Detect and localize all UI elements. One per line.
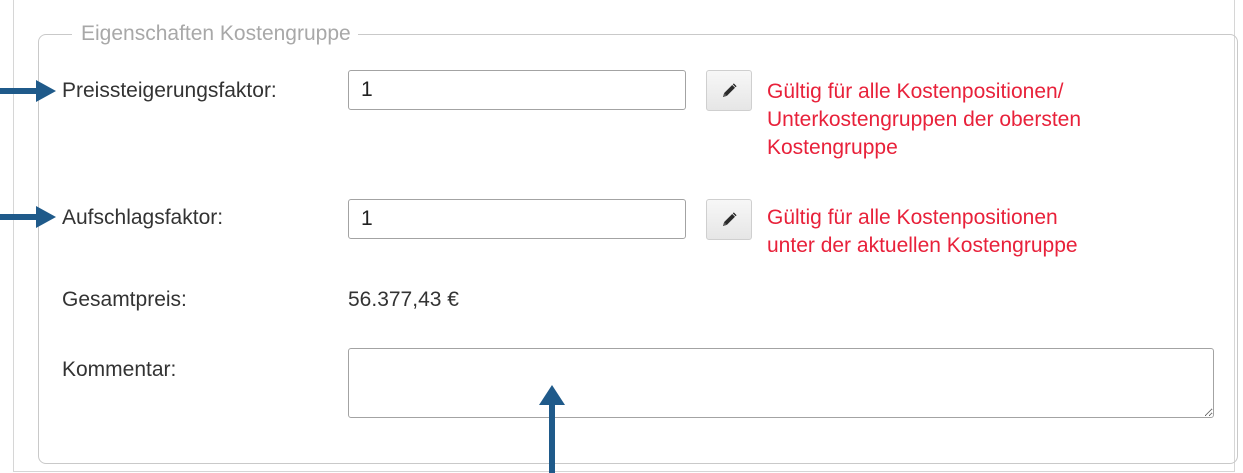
arrow-icon [0,80,56,102]
fieldset-legend: Eigenschaften Kostengruppe [72,20,358,48]
preissteigerung-edit-button[interactable] [706,70,752,111]
hint-line: Gültig für alle Kostenpositionen/ [767,80,1064,103]
preissteigerung-label: Preissteigerungsfaktor: [62,79,277,102]
aufschlag-input[interactable] [348,199,686,239]
kommentar-label: Kommentar: [62,358,177,381]
hint-line: unter der aktuellen Kostengruppe [767,234,1078,257]
gesamtpreis-label: Gesamtpreis: [62,288,187,311]
kommentar-textarea[interactable] [348,348,1214,418]
aufschlag-edit-button[interactable] [706,199,752,240]
pencil-icon [723,82,737,97]
aufschlag-hint: Gültig für alle Kostenpositionen unter d… [767,204,1078,260]
arrow-icon [0,206,56,228]
gesamtpreis-value: 56.377,43 € [348,288,459,311]
hint-line: Gültig für alle Kostenpositionen [767,206,1058,229]
aufschlag-label: Aufschlagsfaktor: [62,206,224,229]
preissteigerung-input[interactable] [348,70,686,110]
hint-line: Kostengruppe [767,136,898,159]
arrow-icon [539,385,565,473]
hint-line: Unterkostengruppen der obersten [767,108,1082,131]
preissteigerung-hint: Gültig für alle Kostenpositionen/ Unterk… [767,78,1081,162]
pencil-icon [723,211,737,226]
